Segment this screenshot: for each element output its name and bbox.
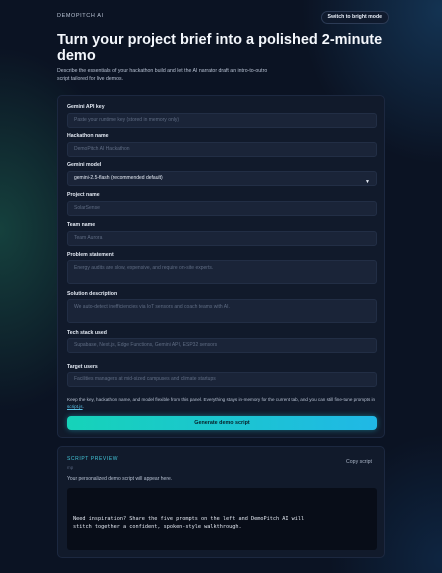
script-output: Need inspiration? Share the five prompts… bbox=[67, 488, 377, 550]
brand-name: DEMOPITCH AI bbox=[57, 13, 104, 19]
caret-down-icon: ▼ bbox=[365, 179, 370, 185]
gemini-model-select[interactable]: gemini-2.5-flash (recommended default) ▼ bbox=[67, 171, 377, 186]
preview-status: Your personalized demo script will appea… bbox=[67, 476, 173, 482]
problem-statement-label: Problem statement bbox=[67, 252, 114, 258]
project-name-label: Project name bbox=[67, 192, 100, 198]
script-js-link[interactable]: script.js bbox=[67, 404, 83, 409]
preview-heading: SCRIPT PREVIEW bbox=[67, 456, 119, 462]
tech-stack-label: Tech stack used bbox=[67, 330, 107, 336]
target-users-input[interactable]: Facilities managers at mid-sized campuse… bbox=[67, 372, 377, 387]
solution-description-label: Solution description bbox=[67, 291, 118, 297]
script-preview-card: SCRIPT PREVIEW mp Copy script Your perso… bbox=[57, 446, 385, 558]
gemini-model-value: gemini-2.5-flash (recommended default) bbox=[74, 175, 163, 181]
target-users-label: Target users bbox=[67, 364, 98, 370]
brief-form-card: Gemini API key Paste your runtime key (s… bbox=[57, 95, 385, 438]
project-name-input[interactable]: SolarSense bbox=[67, 201, 377, 216]
privacy-note: Keep the key, hackathon name, and model … bbox=[67, 396, 377, 410]
problem-statement-input[interactable]: Energy audits are slow, expensive, and r… bbox=[67, 260, 377, 284]
tech-stack-input[interactable]: Supabase, Next.js, Edge Functions, Gemin… bbox=[67, 338, 377, 353]
privacy-note-text: Keep the key, hackathon name, and model … bbox=[67, 397, 376, 402]
generate-script-button[interactable]: Generate demo script bbox=[67, 416, 377, 430]
theme-toggle-button[interactable]: Switch to bright mode bbox=[320, 11, 389, 24]
hackathon-name-input[interactable]: DemoPitch AI Hackathon bbox=[67, 142, 377, 157]
hackathon-name-label: Hackathon name bbox=[67, 133, 109, 139]
solution-description-input[interactable]: We auto-detect inefficiencies via IoT se… bbox=[67, 299, 377, 323]
api-key-input[interactable]: Paste your runtime key (stored in memory… bbox=[67, 113, 377, 128]
privacy-note-end: . bbox=[82, 404, 84, 409]
top-bar: DEMOPITCH AI Switch to bright mode bbox=[57, 11, 389, 25]
team-name-label: Team name bbox=[67, 222, 96, 228]
api-key-label: Gemini API key bbox=[67, 104, 105, 110]
team-name-input[interactable]: Team Aurora bbox=[67, 231, 377, 246]
page-description: Describe the essentials of your hackatho… bbox=[57, 68, 268, 82]
gemini-model-label: Gemini model bbox=[67, 162, 102, 168]
copy-script-button[interactable]: Copy script bbox=[346, 459, 372, 465]
preview-subtext: mp bbox=[67, 465, 74, 470]
page-title: Turn your project brief into a polished … bbox=[57, 32, 383, 64]
